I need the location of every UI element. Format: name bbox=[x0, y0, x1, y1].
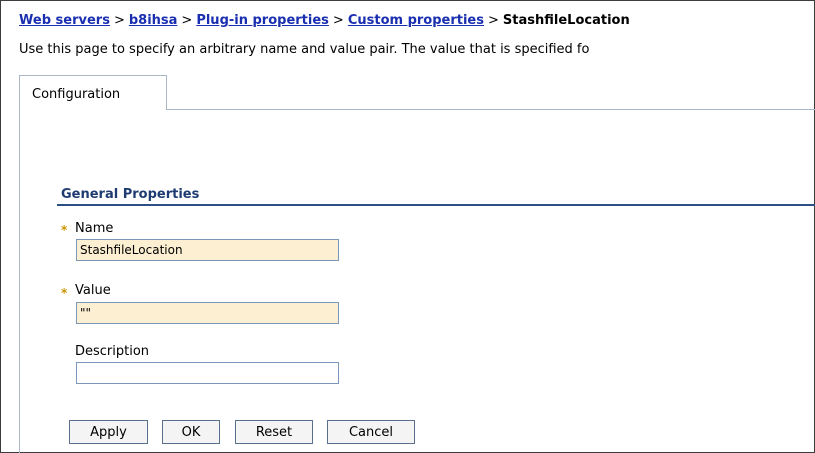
reset-button[interactable]: Reset bbox=[235, 420, 313, 444]
tab-configuration[interactable]: Configuration bbox=[19, 75, 167, 110]
breadcrumb-link-custom-properties[interactable]: Custom properties bbox=[348, 13, 484, 28]
section-divider bbox=[57, 204, 815, 206]
apply-button[interactable]: Apply bbox=[69, 420, 148, 444]
ok-button[interactable]: OK bbox=[162, 420, 220, 444]
breadcrumb: Web servers > b8ihsa > Plug-in properties > Cu… bbox=[19, 13, 630, 28]
description-field[interactable] bbox=[76, 362, 339, 384]
description-label: Description bbox=[75, 344, 150, 359]
breadcrumb-separator: > bbox=[181, 13, 193, 28]
breadcrumb-current: StashfileLocation bbox=[502, 13, 630, 28]
value-label: Value bbox=[75, 283, 111, 298]
tab-configuration-label: Configuration bbox=[32, 87, 121, 102]
page-frame bbox=[0, 0, 815, 453]
required-marker-name: * bbox=[61, 223, 68, 237]
breadcrumb-separator: > bbox=[488, 13, 499, 28]
tab-strip-divider bbox=[167, 109, 815, 110]
cancel-button[interactable]: Cancel bbox=[327, 420, 415, 444]
value-field[interactable] bbox=[76, 302, 339, 324]
page-description: Use this page to specify an arbitrary na… bbox=[19, 42, 590, 57]
breadcrumb-link-b8ihsa[interactable]: b8ihsa bbox=[129, 13, 178, 28]
breadcrumb-link-web-servers[interactable]: Web servers bbox=[19, 13, 110, 28]
breadcrumb-separator: > bbox=[332, 13, 344, 28]
name-label: Name bbox=[75, 221, 114, 236]
breadcrumb-link-plugin-properties[interactable]: Plug-in properties bbox=[196, 13, 329, 28]
name-field[interactable] bbox=[76, 239, 339, 261]
required-marker-value: * bbox=[61, 286, 68, 300]
breadcrumb-separator: > bbox=[113, 13, 125, 28]
tab-panel-border bbox=[19, 109, 20, 453]
section-title-general-properties: General Properties bbox=[61, 187, 200, 202]
